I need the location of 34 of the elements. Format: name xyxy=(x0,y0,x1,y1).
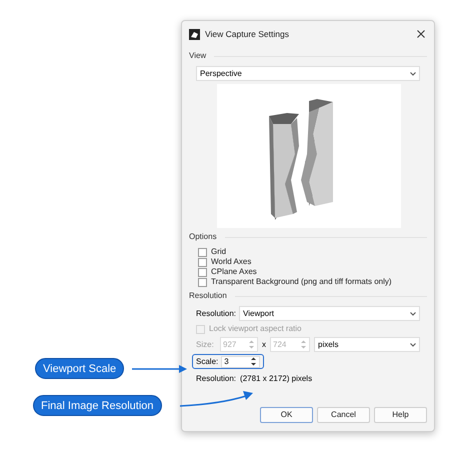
scale-field[interactable]: 3 xyxy=(221,356,260,368)
times-sign: x xyxy=(262,340,266,350)
checkbox-label: Transparent Background (png and tiff formats only) xyxy=(211,277,392,287)
view-dropdown[interactable]: Perspective xyxy=(196,66,420,81)
resolution-label: Resolution: xyxy=(196,308,236,318)
scale-label: Scale: xyxy=(196,356,218,366)
dialog-button[interactable]: Cancel xyxy=(317,407,370,423)
section-heading: View xyxy=(189,51,206,61)
window-title: View Capture Settings xyxy=(205,29,290,39)
dropdown-caret-icon xyxy=(410,312,416,316)
result-label: Resolution: xyxy=(196,374,236,384)
result-value: (2781 x 2172) pixels xyxy=(240,374,312,384)
close-icon[interactable] xyxy=(417,30,425,38)
checkbox[interactable] xyxy=(198,278,207,286)
checkbox[interactable] xyxy=(198,258,207,266)
size-label: Size: xyxy=(196,340,215,350)
dialog-button[interactable]: OK xyxy=(260,407,313,423)
resolution-dropdown[interactable]: Viewport xyxy=(239,306,420,321)
section-heading: Resolution xyxy=(189,291,227,301)
section-heading: Options xyxy=(189,232,217,242)
callout-arrow xyxy=(132,365,187,373)
callout-label: Viewport Scale xyxy=(35,358,124,379)
checkbox-label: Grid xyxy=(211,247,226,257)
checkbox[interactable] xyxy=(198,268,207,276)
checkbox[interactable] xyxy=(198,248,207,256)
checkbox-label: World Axes xyxy=(211,257,252,267)
app-icon xyxy=(189,28,200,40)
checkbox-label: CPlane Axes xyxy=(211,267,257,277)
dropdown-caret-icon xyxy=(410,342,416,346)
dropdown-caret-icon xyxy=(410,72,416,76)
spinner-icon[interactable] xyxy=(250,356,257,367)
dialog-button[interactable]: Help xyxy=(374,407,427,423)
callout-label: Final Image Resolution xyxy=(33,395,162,416)
checkbox-label: Lock viewport aspect ratio xyxy=(209,324,302,334)
